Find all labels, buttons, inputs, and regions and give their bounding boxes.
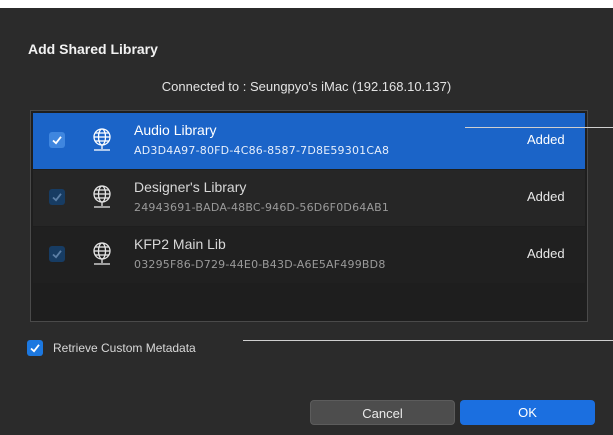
library-list[interactable]: Audio Library AD3D4A97-80FD-4C86-8587-7D… [30, 110, 588, 322]
dialog-title: Add Shared Library [28, 41, 158, 57]
library-row[interactable]: Designer's Library 24943691-BADA-48BC-94… [33, 170, 585, 226]
library-checkbox[interactable] [49, 246, 65, 262]
library-checkbox[interactable] [49, 189, 65, 205]
checkmark-icon [52, 250, 62, 259]
checkmark-icon [52, 136, 62, 145]
library-id: 24943691-BADA-48BC-946D-56D6F0D64AB1 [134, 201, 390, 214]
library-id: AD3D4A97-80FD-4C86-8587-7D8E59301CA8 [134, 144, 390, 157]
cancel-button[interactable]: Cancel [310, 400, 455, 425]
library-checkbox[interactable] [49, 132, 65, 148]
retrieve-metadata-checkbox[interactable] [27, 340, 43, 356]
add-shared-library-dialog: Add Shared Library Connected to : Seungp… [0, 8, 613, 435]
annotation-line [243, 340, 613, 341]
annotation-line [465, 127, 613, 128]
retrieve-metadata-label[interactable]: Retrieve Custom Metadata [53, 341, 196, 355]
library-name: KFP2 Main Lib [134, 236, 226, 252]
library-status: Added [527, 132, 565, 147]
library-status: Added [527, 189, 565, 204]
checkmark-icon [30, 344, 40, 353]
library-row[interactable]: KFP2 Main Lib 03295F86-D729-44E0-B43D-A6… [33, 227, 585, 283]
library-name: Audio Library [134, 122, 217, 138]
library-id: 03295F86-D729-44E0-B43D-A6E5AF499BD8 [134, 258, 386, 271]
globe-icon [91, 241, 113, 274]
library-name: Designer's Library [134, 179, 247, 195]
connection-status: Connected to : Seungpyo's iMac (192.168.… [161, 79, 452, 94]
checkmark-icon [52, 193, 62, 202]
globe-icon [91, 127, 113, 160]
globe-icon [91, 184, 113, 217]
library-row[interactable]: Audio Library AD3D4A97-80FD-4C86-8587-7D… [33, 113, 585, 169]
ok-button[interactable]: OK [460, 400, 595, 425]
library-status: Added [527, 246, 565, 261]
